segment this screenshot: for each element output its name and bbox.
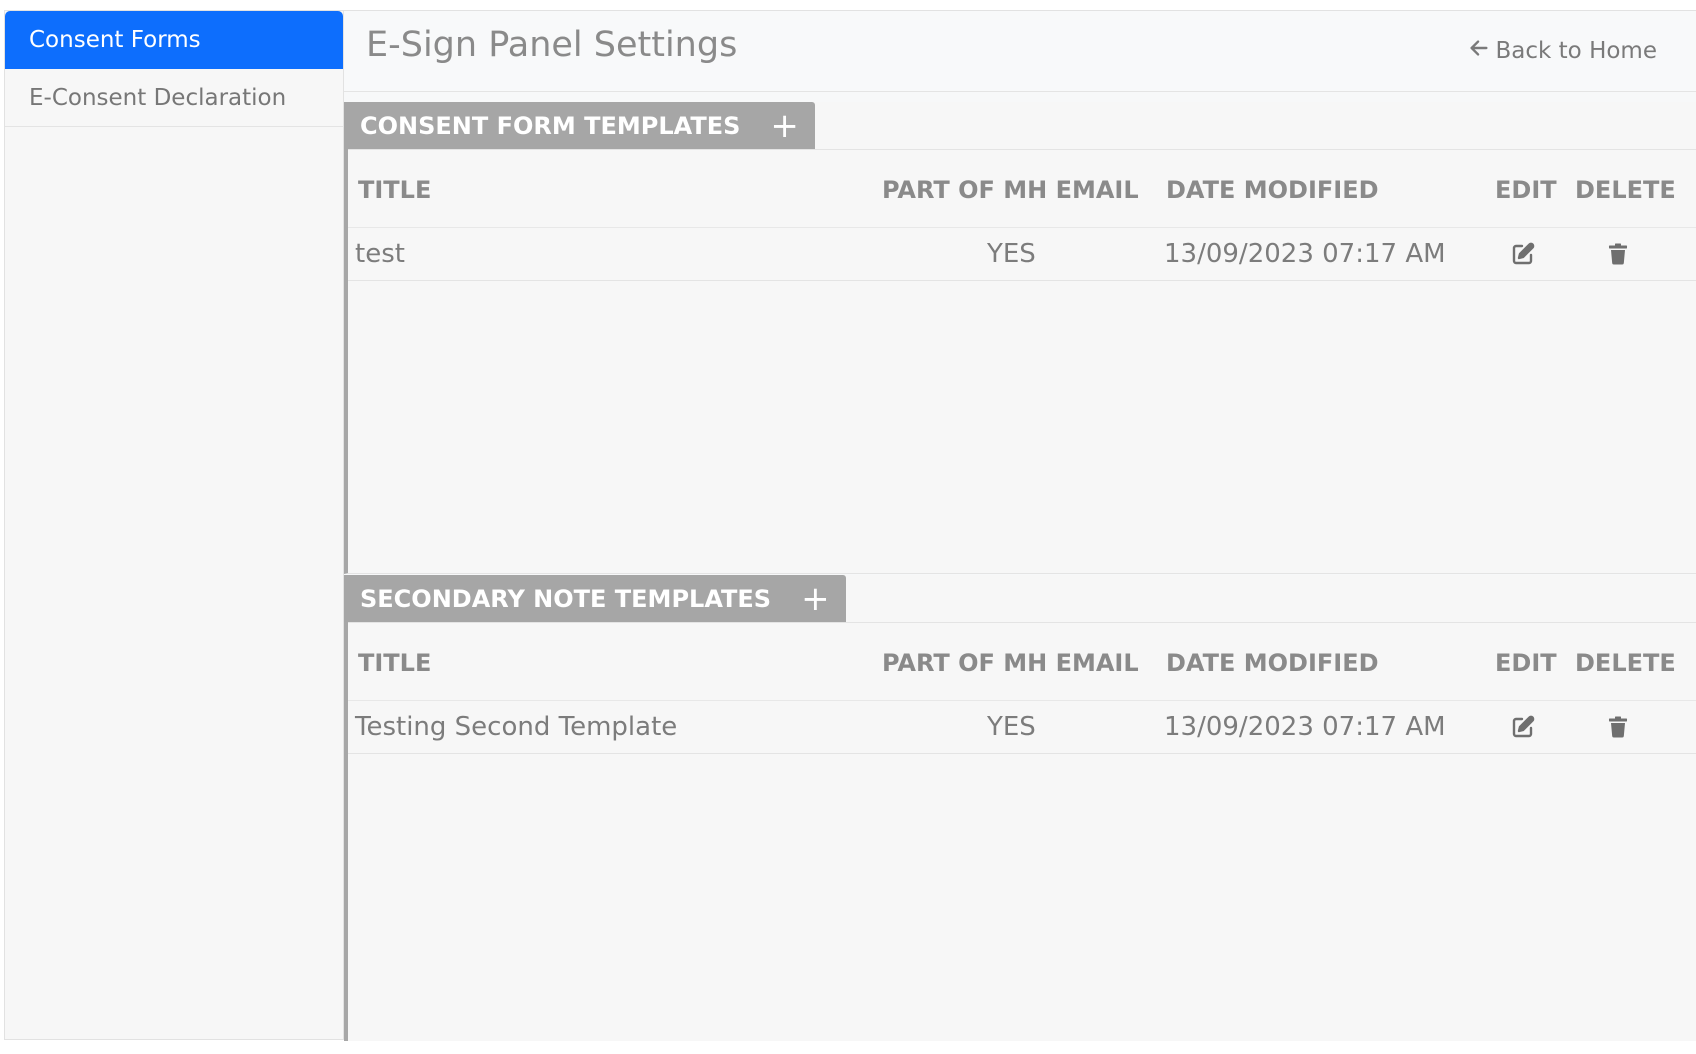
sidebar-item-label: E-Consent Declaration [29, 84, 287, 111]
cell-title: test [348, 227, 882, 281]
sidebar: Consent Forms E-Consent Declaration [5, 11, 344, 1039]
cell-date-modified: 13/09/2023 07:17 AM [1162, 700, 1487, 754]
secondary-note-templates-section: SECONDARY NOTE TEMPLATES + TITLE PART OF… [344, 575, 1696, 1041]
plus-icon[interactable]: + [770, 109, 799, 143]
table-row: Testing Second Template YES 13/09/2023 0… [348, 700, 1696, 754]
sidebar-item-e-consent-declaration[interactable]: E-Consent Declaration [5, 69, 343, 127]
section-tab: CONSENT FORM TEMPLATES + [344, 102, 815, 149]
arrow-left-icon [1468, 37, 1490, 65]
column-header-title[interactable]: TITLE [348, 150, 882, 228]
column-header-edit: EDIT [1487, 623, 1567, 701]
main-panel: E-Sign Panel Settings Back to Home CONSE… [344, 11, 1696, 1041]
table-header-row: TITLE PART OF MH EMAIL DATE MODIFIED EDI… [348, 150, 1696, 228]
cell-date-modified: 13/09/2023 07:17 AM [1162, 227, 1487, 281]
edit-icon[interactable] [1511, 242, 1535, 266]
cell-title: Testing Second Template [348, 700, 882, 754]
section-title: SECONDARY NOTE TEMPLATES [360, 584, 772, 613]
consent-form-templates-table: TITLE PART OF MH EMAIL DATE MODIFIED EDI… [348, 150, 1696, 281]
column-header-title[interactable]: TITLE [348, 623, 882, 701]
column-header-date-modified[interactable]: DATE MODIFIED [1162, 150, 1487, 228]
column-header-delete: DELETE [1567, 623, 1696, 701]
section-title: CONSENT FORM TEMPLATES [360, 111, 741, 140]
back-to-home-label: Back to Home [1495, 38, 1657, 64]
edit-icon[interactable] [1511, 715, 1535, 739]
plus-icon[interactable]: + [801, 582, 830, 616]
back-to-home-link[interactable]: Back to Home [1468, 37, 1657, 65]
sidebar-item-label: Consent Forms [29, 27, 201, 53]
cell-delete [1567, 700, 1696, 754]
column-header-delete: DELETE [1567, 150, 1696, 228]
cell-delete [1567, 227, 1696, 281]
column-header-edit: EDIT [1487, 150, 1567, 228]
consent-form-templates-section: CONSENT FORM TEMPLATES + TITLE PART OF M… [344, 102, 1696, 574]
page-header: E-Sign Panel Settings Back to Home [344, 11, 1696, 92]
cell-edit [1487, 700, 1567, 754]
column-header-part-of-mh-email[interactable]: PART OF MH EMAIL [882, 623, 1162, 701]
cell-part-of-mh-email: YES [882, 700, 1162, 754]
trash-icon[interactable] [1606, 242, 1630, 266]
table-row: test YES 13/09/2023 07:17 AM [348, 227, 1696, 281]
page-title: E-Sign Panel Settings [366, 25, 738, 65]
cell-edit [1487, 227, 1567, 281]
column-header-part-of-mh-email[interactable]: PART OF MH EMAIL [882, 150, 1162, 228]
trash-icon[interactable] [1606, 715, 1630, 739]
sidebar-item-consent-forms[interactable]: Consent Forms [5, 11, 343, 69]
section-tab: SECONDARY NOTE TEMPLATES + [344, 575, 846, 622]
secondary-note-templates-table: TITLE PART OF MH EMAIL DATE MODIFIED EDI… [348, 623, 1696, 754]
app-window: Consent Forms E-Consent Declaration E-Si… [4, 10, 1696, 1041]
column-header-date-modified[interactable]: DATE MODIFIED [1162, 623, 1487, 701]
cell-part-of-mh-email: YES [882, 227, 1162, 281]
table-header-row: TITLE PART OF MH EMAIL DATE MODIFIED EDI… [348, 623, 1696, 701]
